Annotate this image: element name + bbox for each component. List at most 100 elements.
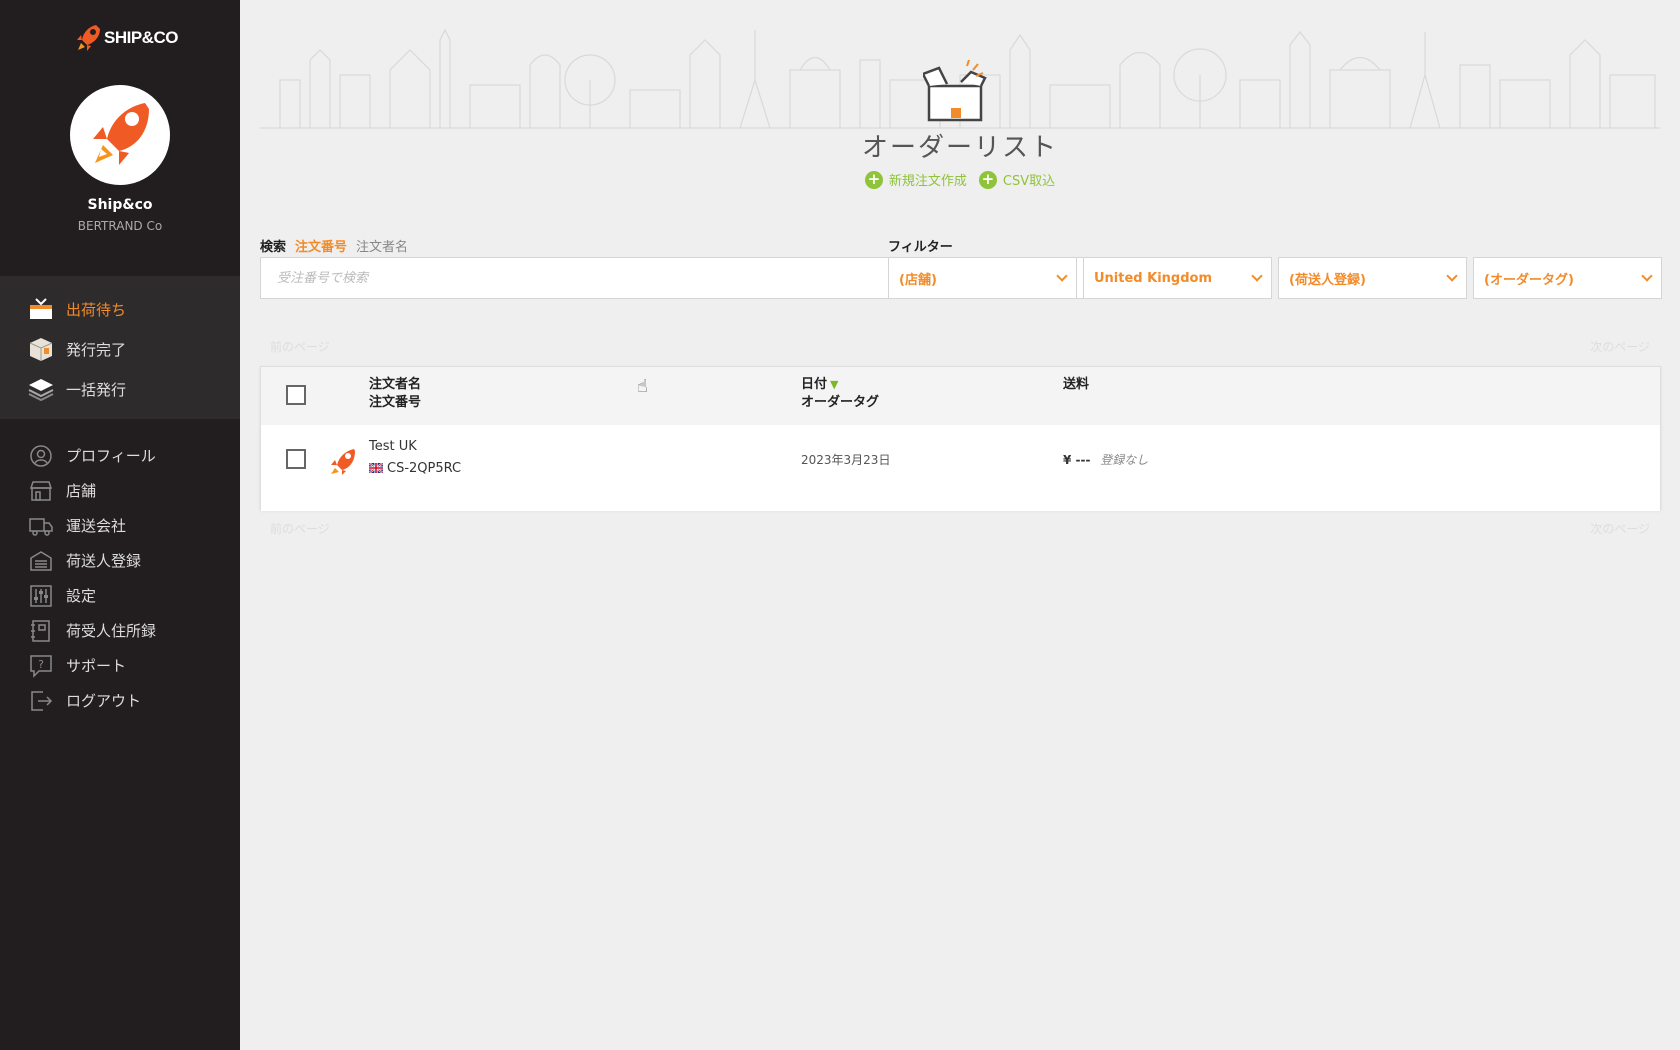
table-header: 注文者名 注文番号 日付 ▼ オーダータグ 送料 (261, 367, 1660, 425)
header-actions: + 新規注文作成 + CSV取込 (240, 170, 1680, 189)
search-mode: 検索 注文番号 注文者名 (260, 236, 408, 255)
col-order-tag-label: オーダータグ (801, 395, 880, 410)
shipping-amount: ¥ --- (1063, 453, 1091, 467)
new-order-label: 新規注文作成 (888, 174, 967, 189)
col-order-number-label: 注文番号 (369, 395, 422, 410)
order-date: 2023年3月23日 (801, 453, 891, 467)
plus-circle-icon: + (978, 170, 997, 189)
orders-table: 注文者名 注文番号 日付 ▼ オーダータグ 送料 Test UK CS-2QP5… (260, 366, 1661, 511)
nav-label: 出荷待ち (66, 300, 127, 319)
search-option-order-number[interactable]: 注文番号 (295, 236, 347, 255)
nav-item-profile[interactable]: プロフィール (0, 438, 240, 473)
main-nav: 出荷待ち 発行完了 一括発行 (0, 276, 240, 419)
col-date-label: 日付 (801, 377, 828, 392)
select-all-checkbox[interactable] (286, 385, 306, 405)
chevron-down-icon (1056, 270, 1068, 282)
search-option-customer-name[interactable]: 注文者名 (356, 236, 408, 255)
order-tag-value: 登録なし (1100, 453, 1149, 467)
store-icon (27, 477, 55, 505)
search-label: 検索 (260, 240, 287, 255)
rocket-avatar-icon (93, 103, 149, 165)
col-customer-label: 注文者名 (369, 377, 422, 392)
logout-icon (27, 687, 55, 715)
sort-desc-icon: ▼ (830, 378, 839, 391)
avatar[interactable] (70, 85, 170, 185)
company-subtitle: BERTRAND Co (77, 219, 163, 233)
country-filter-select[interactable]: United Kingdom (1083, 257, 1272, 299)
svg-text:?: ? (38, 658, 44, 671)
customer-name: Test UK (369, 439, 417, 454)
col-customer-header[interactable]: 注文者名 注文番号 (369, 376, 421, 412)
stack-icon (27, 375, 55, 403)
order-number-cell[interactable]: CS-2QP5RC (369, 461, 461, 476)
nav-label: 荷受人住所録 (66, 622, 157, 640)
filter-group: (店舗) United Kingdom (荷送人登録) (オーダータグ) (888, 257, 1662, 299)
order-number: CS-2QP5RC (387, 461, 462, 476)
nav-item-logout[interactable]: ログアウト (0, 683, 240, 718)
sidebar: SHIP&CO Ship&co BERTRAND Co 出荷待ち 発行完了 一括… (0, 0, 240, 1050)
uk-flag-icon (369, 463, 383, 473)
new-order-button[interactable]: + 新規注文作成 (864, 170, 967, 189)
next-page-link[interactable]: 次のページ (1590, 338, 1650, 355)
csv-import-label: CSV取込 (1002, 174, 1056, 189)
csv-import-button[interactable]: + CSV取込 (978, 170, 1056, 189)
nav-item-support[interactable]: ? サポート (0, 648, 240, 683)
order-tag-filter-select[interactable]: (オーダータグ) (1473, 257, 1662, 299)
secondary-nav: プロフィール 店舗 運送会社 荷送人登録 設定 荷受人住所録 ? サポート ログ (0, 438, 240, 718)
prev-page-link[interactable]: 前のページ (270, 338, 330, 355)
rocket-logo-icon (77, 25, 100, 51)
nav-label: 発行完了 (66, 340, 127, 359)
page-title: オーダーリスト (861, 133, 1058, 163)
store-filter-value: (店舗) (899, 272, 937, 288)
store-filter-select[interactable]: (店舗) (888, 257, 1077, 299)
nav-item-address-book[interactable]: 荷受人住所録 (0, 613, 240, 648)
user-icon (27, 442, 55, 470)
logo-text: SHIP&CO (104, 28, 178, 47)
nav-item-stores[interactable]: 店舗 (0, 473, 240, 508)
open-box-icon (923, 60, 987, 122)
sliders-icon (27, 582, 55, 610)
shipping-cost: ¥ --- 登録なし (1063, 451, 1148, 468)
truck-icon (27, 512, 55, 540)
nav-label: 荷送人登録 (66, 552, 142, 570)
main-content: オーダーリスト + 新規注文作成 + CSV取込 検索 注文番号 注文者名 フィ… (240, 0, 1680, 1050)
next-page-link[interactable]: 次のページ (1590, 520, 1650, 537)
app-logo[interactable]: SHIP&CO (76, 22, 178, 54)
nav-label: 店舗 (66, 482, 97, 500)
nav-label: サポート (66, 657, 127, 675)
order-tag-filter-value: (オーダータグ) (1484, 272, 1574, 288)
country-filter-value: United Kingdom (1094, 270, 1213, 286)
col-shipping-header[interactable]: 送料 (1063, 376, 1089, 394)
nav-item-settings[interactable]: 設定 (0, 578, 240, 613)
nav-label: 運送会社 (66, 517, 127, 535)
package-icon (27, 335, 55, 363)
filter-label: フィルター (888, 240, 953, 255)
shipper-filter-value: (荷送人登録) (1289, 272, 1366, 288)
col-shipping-label: 送料 (1063, 377, 1090, 392)
company-name: Ship&co (87, 197, 153, 213)
shipper-filter-select[interactable]: (荷送人登録) (1278, 257, 1467, 299)
rocket-store-icon (331, 449, 355, 475)
chevron-down-icon (1251, 270, 1263, 282)
nav-label: 一括発行 (66, 380, 127, 399)
nav-item-shippers[interactable]: 荷送人登録 (0, 543, 240, 578)
nav-item-carriers[interactable]: 運送会社 (0, 508, 240, 543)
plus-circle-icon: + (864, 170, 883, 189)
nav-label: ログアウト (66, 692, 142, 710)
cart-icon (27, 295, 55, 323)
pager-top: 前のページ 次のページ (260, 338, 1660, 355)
table-row[interactable]: Test UK CS-2QP5RC 2023年3月23日 ¥ --- 登録なし (261, 425, 1660, 511)
row-checkbox[interactable] (286, 449, 306, 469)
nav-label: 設定 (66, 587, 97, 605)
address-book-icon (27, 617, 55, 645)
nav-item-bulk-issue[interactable]: 一括発行 (0, 369, 240, 409)
nav-item-awaiting-shipment[interactable]: 出荷待ち (0, 289, 240, 329)
col-date-header[interactable]: 日付 ▼ オーダータグ (801, 376, 879, 412)
chevron-down-icon (1641, 270, 1653, 282)
warehouse-icon (27, 547, 55, 575)
pager-bottom: 前のページ 次のページ (260, 520, 1660, 537)
help-icon: ? (27, 652, 55, 680)
nav-item-issued[interactable]: 発行完了 (0, 329, 240, 369)
prev-page-link[interactable]: 前のページ (270, 520, 330, 537)
hand-cursor-icon: ☝ (637, 376, 648, 397)
